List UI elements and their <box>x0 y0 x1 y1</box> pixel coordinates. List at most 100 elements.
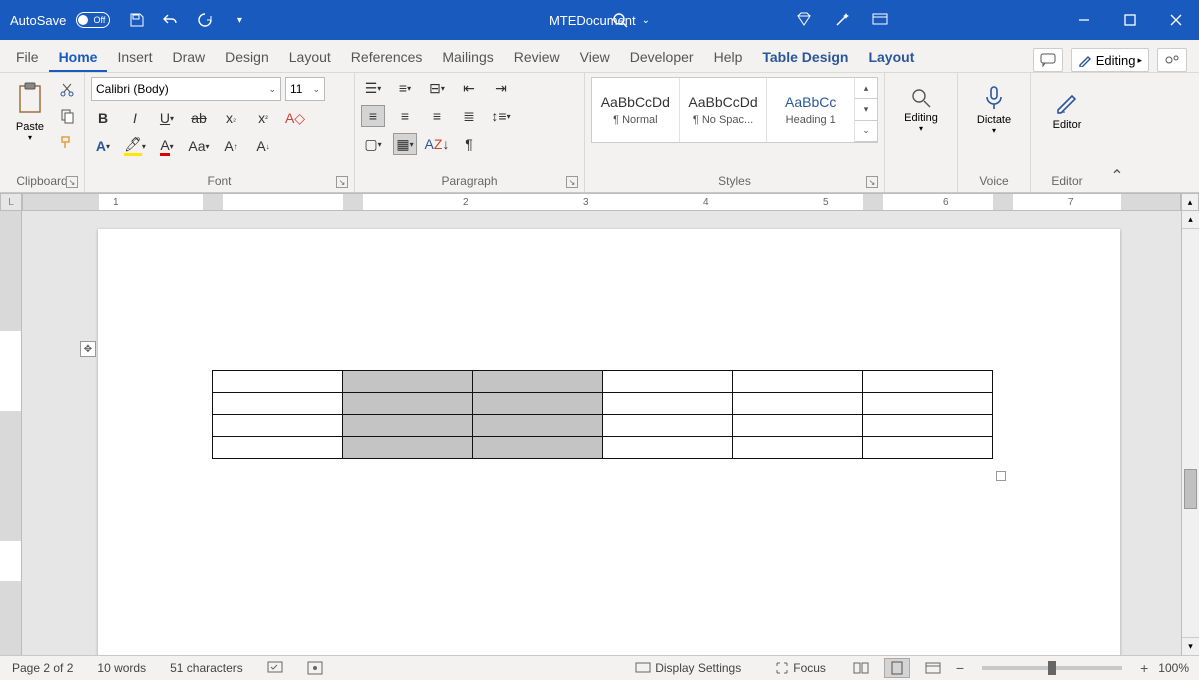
style-heading1[interactable]: AaBbCcHeading 1 <box>767 78 855 142</box>
scroll-down-button[interactable]: ▾ <box>1182 637 1199 655</box>
clipboard-launcher[interactable]: ↘ <box>66 176 78 188</box>
status-spelling-icon[interactable] <box>255 661 295 675</box>
horizontal-ruler[interactable]: 1 2 3 4 5 6 7 <box>22 193 1181 211</box>
styles-launcher[interactable]: ↘ <box>866 176 878 188</box>
cut-button[interactable] <box>56 79 78 101</box>
redo-button[interactable] <box>190 5 220 35</box>
tab-insert[interactable]: Insert <box>107 43 162 72</box>
table-resize-handle[interactable] <box>996 471 1006 481</box>
magic-wand-icon[interactable] <box>833 11 851 29</box>
clear-formatting-button[interactable]: A◇ <box>283 107 307 129</box>
change-case-button[interactable]: Aa▾ <box>187 135 211 157</box>
show-marks-button[interactable]: ¶ <box>457 133 481 155</box>
dictate-button[interactable]: Dictate▾ <box>964 77 1024 143</box>
superscript-button[interactable]: x² <box>251 107 275 129</box>
search-button[interactable] <box>605 5 635 35</box>
tab-draw[interactable]: Draw <box>162 43 215 72</box>
line-spacing-button[interactable]: ↕≡▾ <box>489 105 513 127</box>
scroll-up-button[interactable]: ▴ <box>1182 211 1199 229</box>
strikethrough-button[interactable]: ab <box>187 107 211 129</box>
bullets-button[interactable]: ☰▾ <box>361 77 385 99</box>
status-words[interactable]: 10 words <box>85 661 158 675</box>
styles-expand[interactable]: ⌄ <box>855 121 877 142</box>
status-page[interactable]: Page 2 of 2 <box>0 661 85 675</box>
document-table[interactable] <box>212 370 993 459</box>
status-macro-icon[interactable] <box>295 661 335 675</box>
align-left-button[interactable]: ≡ <box>361 105 385 127</box>
shading-button[interactable]: ▢▾ <box>361 133 385 155</box>
zoom-in-button[interactable]: + <box>1140 660 1148 676</box>
scroll-thumb[interactable] <box>1184 469 1197 509</box>
multilevel-list-button[interactable]: ⊟▾ <box>425 77 449 99</box>
font-family-combo[interactable]: Calibri (Body)⌄ <box>91 77 281 101</box>
ribbon-display-icon[interactable] <box>871 11 889 29</box>
editing-button[interactable]: Editing▾ <box>891 77 951 143</box>
collapse-ribbon-button[interactable]: ⌃ <box>1103 73 1131 192</box>
diamond-icon[interactable] <box>795 11 813 29</box>
editing-mode-button[interactable]: Editing ▸ <box>1071 48 1149 72</box>
tab-file[interactable]: File <box>6 43 49 72</box>
text-effects-button[interactable]: A▾ <box>91 135 115 157</box>
style-normal[interactable]: AaBbCcDd¶ Normal <box>592 78 680 142</box>
read-mode-button[interactable] <box>848 658 874 678</box>
styles-scroll-up[interactable]: ▴ <box>855 78 877 99</box>
justify-button[interactable]: ≣ <box>457 105 481 127</box>
tab-view[interactable]: View <box>570 43 620 72</box>
highlight-button[interactable]: 🖊▾ <box>123 135 147 157</box>
tab-table-layout[interactable]: Layout <box>858 43 924 72</box>
undo-button[interactable] <box>156 5 186 35</box>
numbering-button[interactable]: ≡▾ <box>393 77 417 99</box>
vertical-ruler[interactable] <box>0 211 22 655</box>
borders-button[interactable]: ▦▾ <box>393 133 417 155</box>
bold-button[interactable]: B <box>91 107 115 129</box>
paste-button[interactable]: Paste ▾ <box>6 77 54 143</box>
align-center-button[interactable]: ≡ <box>393 105 417 127</box>
italic-button[interactable]: I <box>123 107 147 129</box>
editor-button[interactable]: Editor <box>1037 77 1097 143</box>
zoom-out-button[interactable]: − <box>956 660 964 676</box>
maximize-button[interactable] <box>1107 0 1153 40</box>
zoom-slider[interactable] <box>982 666 1122 670</box>
tab-design[interactable]: Design <box>215 43 279 72</box>
share-button[interactable] <box>1157 48 1187 72</box>
focus-mode-button[interactable]: Focus <box>763 661 838 675</box>
ruler-corner[interactable]: L <box>0 193 22 211</box>
tab-mailings[interactable]: Mailings <box>432 43 503 72</box>
tab-layout[interactable]: Layout <box>279 43 341 72</box>
document-canvas[interactable]: ✥ <box>22 211 1181 655</box>
web-layout-button[interactable] <box>920 658 946 678</box>
decrease-indent-button[interactable]: ⇤ <box>457 77 481 99</box>
grow-font-button[interactable]: A↑ <box>219 135 243 157</box>
increase-indent-button[interactable]: ⇥ <box>489 77 513 99</box>
page[interactable]: ✥ <box>98 229 1120 655</box>
vertical-scrollbar[interactable]: ▴ ▾ <box>1181 211 1199 655</box>
format-painter-button[interactable] <box>56 131 78 153</box>
table-move-handle[interactable]: ✥ <box>80 341 96 357</box>
sort-button[interactable]: AZ↓ <box>425 133 449 155</box>
styles-gallery[interactable]: AaBbCcDd¶ Normal AaBbCcDd¶ No Spac... Aa… <box>591 77 878 143</box>
align-right-button[interactable]: ≡ <box>425 105 449 127</box>
underline-button[interactable]: U▾ <box>155 107 179 129</box>
print-layout-button[interactable] <box>884 658 910 678</box>
minimize-button[interactable] <box>1061 0 1107 40</box>
scroll-up-corner[interactable]: ▴ <box>1181 193 1199 211</box>
tab-help[interactable]: Help <box>704 43 753 72</box>
display-settings-button[interactable]: Display Settings <box>623 661 753 675</box>
status-chars[interactable]: 51 characters <box>158 661 255 675</box>
tab-home[interactable]: Home <box>49 43 108 72</box>
paragraph-launcher[interactable]: ↘ <box>566 176 578 188</box>
style-no-spacing[interactable]: AaBbCcDd¶ No Spac... <box>680 78 768 142</box>
font-color-button[interactable]: A▾ <box>155 135 179 157</box>
zoom-level[interactable]: 100% <box>1158 661 1189 675</box>
save-icon[interactable] <box>122 5 152 35</box>
subscript-button[interactable]: x₂ <box>219 107 243 129</box>
close-button[interactable] <box>1153 0 1199 40</box>
comments-button[interactable] <box>1033 48 1063 72</box>
tab-review[interactable]: Review <box>504 43 570 72</box>
tab-table-design[interactable]: Table Design <box>752 43 858 72</box>
font-launcher[interactable]: ↘ <box>336 176 348 188</box>
qat-customize-icon[interactable]: ▾ <box>224 5 254 35</box>
autosave-toggle[interactable]: Off <box>76 12 110 28</box>
tab-references[interactable]: References <box>341 43 433 72</box>
tab-developer[interactable]: Developer <box>620 43 704 72</box>
